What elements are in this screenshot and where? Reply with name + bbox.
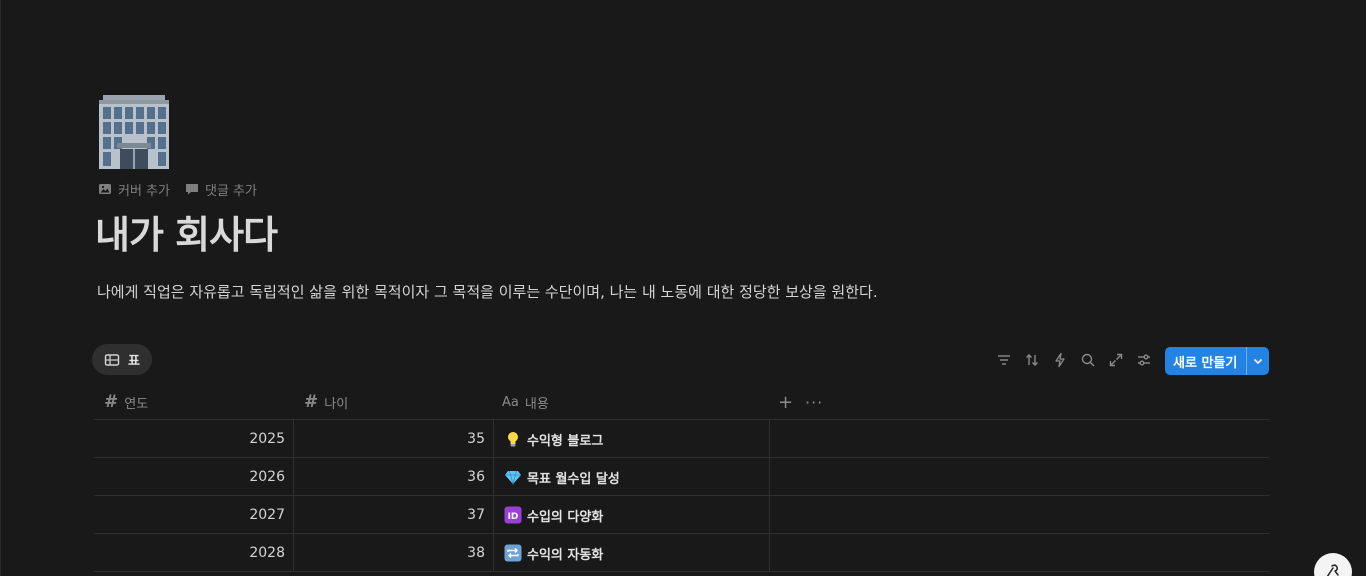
- column-label: 내용: [524, 396, 549, 412]
- age-cell[interactable]: 36: [294, 458, 494, 496]
- year-cell[interactable]: 2026: [94, 458, 294, 496]
- column-label: 나이: [324, 396, 349, 412]
- page-actions: 커버 추가 댓글 추가: [97, 180, 257, 199]
- comment-icon: [185, 184, 198, 195]
- tab-table-view[interactable]: 표: [92, 344, 152, 375]
- add-column-plus-icon[interactable]: +: [778, 384, 793, 420]
- column-label: 연도: [124, 396, 149, 412]
- content-cell[interactable]: 수익의 자동화: [494, 534, 770, 572]
- table-header: # 연도 # 나이 Aa 내용 + ···: [94, 384, 1269, 420]
- chevron-down-icon[interactable]: [1247, 355, 1269, 367]
- content-cell[interactable]: 수익형 블로그: [494, 420, 770, 458]
- help-sketch-icon: [1326, 564, 1339, 576]
- content-title: 수익의 자동화: [527, 547, 604, 563]
- content-title: 수익형 블로그: [527, 433, 604, 449]
- column-header-age[interactable]: # 나이: [304, 384, 348, 420]
- add-comment-button[interactable]: 댓글 추가: [184, 180, 257, 199]
- age-cell[interactable]: 38: [294, 534, 494, 572]
- page-title[interactable]: 내가 회사다: [95, 210, 278, 260]
- filter-icon[interactable]: [995, 351, 1013, 369]
- gem-icon: [504, 468, 522, 486]
- age-cell[interactable]: 37: [294, 496, 494, 534]
- column-header-content[interactable]: Aa 내용: [502, 384, 549, 420]
- content-cell[interactable]: 목표 월수입 달성: [494, 458, 770, 496]
- id-badge-icon: ID: [504, 506, 522, 524]
- tab-table-label: 표: [128, 354, 140, 369]
- table-row[interactable]: 2026 36 목표 월수입 달성: [94, 458, 1269, 496]
- add-cover-button[interactable]: 커버 추가: [97, 180, 170, 199]
- lightbulb-icon: [504, 430, 522, 448]
- settings-sliders-icon[interactable]: [1135, 351, 1153, 369]
- table-row[interactable]: 2027 37 ID 수입의 다양화: [94, 496, 1269, 534]
- text-type-icon: Aa: [502, 394, 519, 410]
- database-table: # 연도 # 나이 Aa 내용 + ··· 2025 35 수익형 블로그 20…: [94, 384, 1269, 572]
- search-icon[interactable]: [1079, 351, 1097, 369]
- add-comment-label: 댓글 추가: [204, 183, 257, 199]
- add-cover-label: 커버 추가: [118, 183, 170, 199]
- year-cell[interactable]: 2025: [94, 420, 294, 458]
- year-cell[interactable]: 2028: [94, 534, 294, 572]
- number-type-icon: #: [104, 392, 119, 412]
- image-icon: [99, 184, 111, 194]
- year-cell[interactable]: 2027: [94, 496, 294, 534]
- sort-icon[interactable]: [1023, 351, 1041, 369]
- svg-text:ID: ID: [508, 512, 519, 522]
- table-row[interactable]: 2025 35 수익형 블로그: [94, 420, 1269, 458]
- more-options-icon[interactable]: ···: [805, 384, 823, 420]
- column-header-year[interactable]: # 연도: [104, 384, 148, 420]
- page-frame: 커버 추가 댓글 추가 내가 회사다 나에게 직업은 자유롭고 독립적인 삶을 …: [0, 0, 1366, 576]
- new-entry-button[interactable]: 새로 만들기: [1165, 347, 1269, 375]
- table-icon: [104, 353, 120, 366]
- table-row[interactable]: 2028 38 수익의 자동화: [94, 534, 1269, 572]
- new-entry-label: 새로 만들기: [1173, 355, 1238, 371]
- age-cell[interactable]: 35: [294, 420, 494, 458]
- office-building-icon[interactable]: [95, 93, 173, 169]
- number-type-icon: #: [304, 392, 319, 412]
- help-button[interactable]: [1314, 553, 1352, 576]
- content-title: 수입의 다양화: [527, 509, 604, 525]
- database-toolbar: [995, 351, 1153, 369]
- repeat-icon: [504, 544, 522, 562]
- content-cell[interactable]: ID 수입의 다양화: [494, 496, 770, 534]
- content-title: 목표 월수입 달성: [527, 471, 620, 487]
- page-description[interactable]: 나에게 직업은 자유롭고 독립적인 삶을 위한 목적이자 그 목적을 이루는 수…: [97, 281, 878, 303]
- expand-icon[interactable]: [1107, 351, 1125, 369]
- automation-bolt-icon[interactable]: [1051, 351, 1069, 369]
